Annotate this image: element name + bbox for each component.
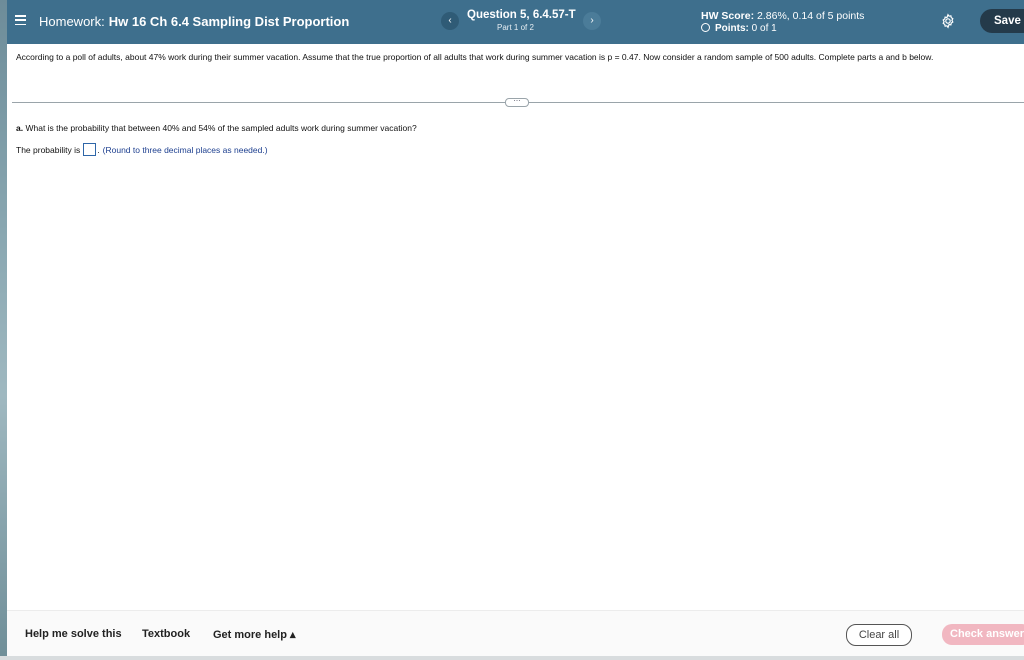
probability-answer-input[interactable] — [83, 143, 97, 156]
part-a-label: a. — [16, 123, 24, 133]
top-header-bar: Homework: Hw 16 Ch 6.4 Sampling Dist Prop… — [7, 0, 1024, 44]
previous-question-button[interactable]: ‹ — [441, 12, 459, 30]
homework-name: Hw 16 Ch 6.4 Sampling Dist Proportion — [108, 14, 350, 29]
part-a-question: a. What is the probability that between … — [16, 123, 417, 133]
window-bottom-edge — [0, 656, 1024, 660]
points-value: 0 of 1 — [751, 23, 777, 34]
save-button[interactable]: Save — [980, 9, 1024, 33]
textbook-button[interactable]: Textbook — [142, 628, 190, 640]
question-title: Question 5, 6.4.57-T — [467, 9, 576, 21]
homework-title: Homework: Hw 16 Ch 6.4 Sampling Dist Prop… — [39, 14, 349, 29]
hw-score-value: 2.86%, 0.14 of 5 points — [757, 10, 865, 22]
clear-all-button[interactable]: Clear all — [846, 624, 912, 646]
points-label: Points: — [715, 23, 749, 34]
hw-score: HW Score: 2.86%, 0.14 of 5 points — [701, 10, 864, 22]
answer-suffix: . — [97, 145, 100, 155]
question-part: Part 1 of 2 — [497, 23, 534, 32]
rounding-hint: (Round to three decimal places as needed… — [102, 145, 268, 155]
points-circle-icon — [701, 23, 710, 32]
footer-bar: Help me solve this Textbook Get more hel… — [7, 610, 1024, 657]
next-question-button[interactable]: › — [583, 12, 601, 30]
help-me-solve-button[interactable]: Help me solve this — [25, 628, 122, 640]
homework-label: Homework: — [39, 14, 105, 29]
answer-line: The probability is. (Round to three decim… — [16, 143, 268, 156]
settings-gear-icon[interactable] — [940, 13, 956, 29]
answer-prefix: The probability is — [16, 145, 81, 155]
get-more-help-button[interactable]: Get more help ▴ — [213, 628, 296, 641]
hw-score-label: HW Score: — [701, 10, 755, 22]
desktop-background-strip — [0, 0, 7, 660]
app-window: Homework: Hw 16 Ch 6.4 Sampling Dist Prop… — [7, 0, 1024, 657]
problem-statement: According to a poll of adults, about 47%… — [16, 52, 934, 62]
check-answer-button[interactable]: Check answer — [942, 624, 1024, 645]
points-status: Points: 0 of 1 — [701, 23, 777, 34]
hamburger-menu-icon[interactable] — [15, 15, 26, 26]
part-a-text: What is the probability that between 40%… — [25, 123, 417, 133]
expand-dots-button[interactable]: ⋯ — [505, 98, 529, 107]
